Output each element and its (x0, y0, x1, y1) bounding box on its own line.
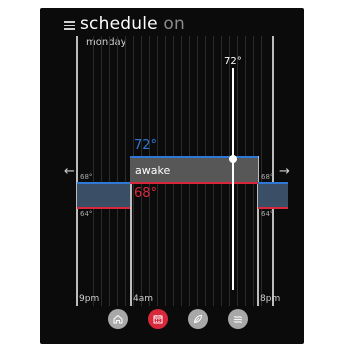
period-label[interactable]: awake (135, 164, 170, 177)
night-band-right[interactable] (258, 183, 288, 207)
calendar-icon (153, 315, 163, 324)
title-text: schedule (80, 14, 158, 34)
boundary-line-right (272, 36, 274, 306)
tick-9pm (76, 290, 78, 306)
tick-4am (130, 290, 132, 306)
home-icon (113, 314, 123, 324)
right-heat-label: 64° (261, 210, 274, 218)
leaf-icon (193, 314, 203, 324)
left-heat-label: 64° (80, 210, 93, 218)
nav-home-button[interactable] (108, 309, 128, 329)
cool-line-left (77, 182, 130, 184)
tick-8pm (257, 290, 259, 306)
current-time-marker[interactable] (229, 155, 237, 163)
right-cool-label: 68° (261, 173, 274, 181)
nav-schedule-button[interactable] (148, 309, 168, 329)
heat-line-mid[interactable] (130, 182, 258, 184)
left-cool-label: 68° (80, 173, 93, 181)
current-temp-label: 72° (224, 56, 242, 67)
nav-eco-button[interactable] (188, 309, 208, 329)
time-9pm: 9pm (79, 294, 100, 304)
heat-line-left (77, 207, 130, 209)
boundary-line-left (76, 36, 78, 306)
heat-setpoint[interactable]: 68° (134, 186, 157, 201)
arrow-left-icon[interactable]: ← (64, 164, 75, 179)
screen: schedule on monday 68° 64° 68° 64° 72° a… (0, 0, 346, 346)
cool-setpoint[interactable]: 72° (134, 138, 157, 153)
time-8pm: 8pm (260, 294, 281, 304)
schedule-status[interactable]: on (163, 14, 185, 34)
fan-waves-icon (233, 316, 243, 323)
cool-line-mid[interactable] (130, 156, 258, 158)
current-time-line (232, 68, 234, 290)
night-band-left[interactable] (77, 183, 130, 207)
arrow-right-icon[interactable]: → (279, 164, 290, 179)
heat-line-right (258, 207, 288, 209)
page-title: schedule on (80, 14, 185, 34)
menu-icon[interactable] (64, 21, 75, 30)
cool-line-right (258, 182, 288, 184)
nav-fan-button[interactable] (228, 309, 248, 329)
time-4am: 4am (133, 294, 154, 304)
